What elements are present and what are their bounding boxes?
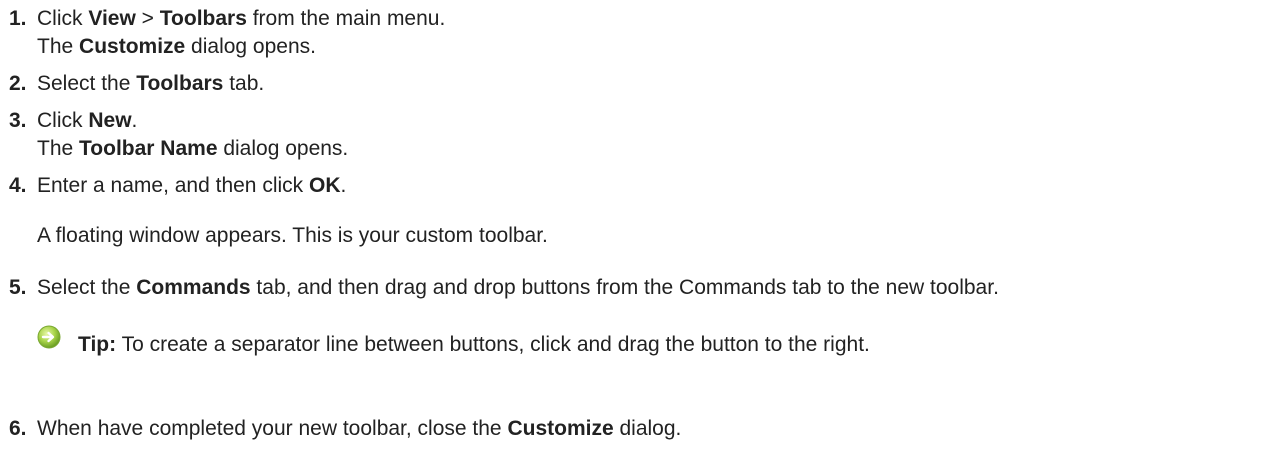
step-number: 1. xyxy=(9,7,27,30)
step-number: 4. xyxy=(9,174,27,197)
ui-term-customize: Customize xyxy=(79,35,186,58)
step-text: Enter a name, and then click OK. xyxy=(37,173,346,199)
ui-term-toolbars: Toolbars xyxy=(136,72,224,95)
text-run: dialog opens. xyxy=(185,35,316,58)
step-text: Select the Commands tab, and then drag a… xyxy=(37,275,999,301)
ui-term-toolbars: Toolbars xyxy=(159,7,247,30)
text-run: dialog. xyxy=(613,417,682,440)
step-text: Click New. xyxy=(37,108,137,134)
ui-term-view: View xyxy=(88,7,136,30)
text-run: Click xyxy=(37,109,89,132)
text-run: When have completed your new toolbar, cl… xyxy=(37,417,508,440)
text-run: tab, and then drag and drop buttons from… xyxy=(250,276,999,299)
step-text: When have completed your new toolbar, cl… xyxy=(37,416,681,442)
ui-term-toolbar-name: Toolbar Name xyxy=(79,137,218,160)
tip-body: To create a separator line between butto… xyxy=(116,333,870,356)
ui-term-new: New xyxy=(88,109,132,132)
text-run: Enter a name, and then click xyxy=(37,174,309,197)
ui-term-ok: OK xyxy=(309,174,341,197)
step-text: Click View > Toolbars from the main menu… xyxy=(37,6,445,32)
ui-term-customize: Customize xyxy=(507,417,614,440)
step-note: A floating window appears. This is your … xyxy=(37,224,548,247)
text-run: The xyxy=(37,137,80,160)
step-number: 5. xyxy=(9,276,27,299)
text-run: The xyxy=(37,35,80,58)
text-run: Select the xyxy=(37,72,137,95)
text-run: tab. xyxy=(223,72,265,95)
text-run: > xyxy=(135,7,160,30)
green-arrow-circle-icon xyxy=(37,325,61,349)
tip-text: Tip: To create a separator line between … xyxy=(78,332,870,358)
text-run: Select the xyxy=(37,276,137,299)
step-number: 2. xyxy=(9,72,27,95)
text-run: dialog opens. xyxy=(217,137,349,160)
text-run: from the main menu. xyxy=(246,7,446,30)
step-result-text: The Toolbar Name dialog opens. xyxy=(37,136,348,162)
step-result-text: The Customize dialog opens. xyxy=(37,34,316,60)
text-run: Click xyxy=(37,7,89,30)
text-run: . xyxy=(340,174,347,197)
text-run: . xyxy=(131,109,138,132)
tip-label: Tip: xyxy=(78,333,117,356)
step-number: 3. xyxy=(9,109,27,132)
step-number: 6. xyxy=(9,417,27,440)
step-text: Select the Toolbars tab. xyxy=(37,71,264,97)
ui-term-commands: Commands xyxy=(136,276,251,299)
